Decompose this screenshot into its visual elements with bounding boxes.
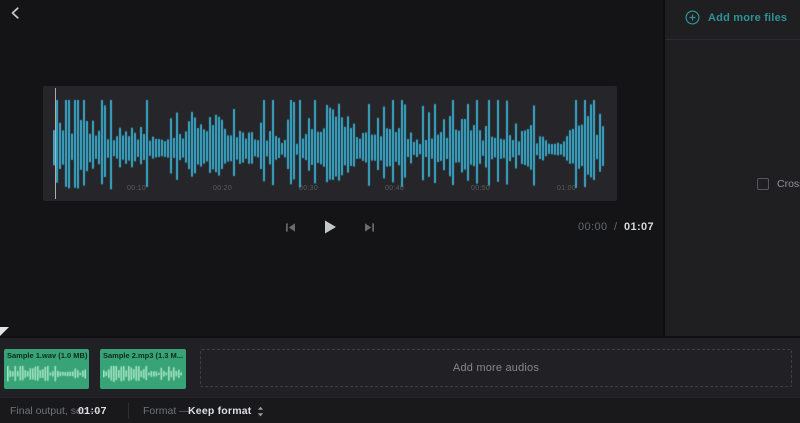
time-display: 00:00 / 01:07: [578, 221, 654, 233]
crossfade-checkbox[interactable]: [757, 178, 769, 190]
skip-to-end-icon: [364, 222, 375, 233]
time-tick: 00:10: [127, 185, 146, 192]
footer-bar: Final output, sec — 01:07 Format — Keep …: [0, 397, 800, 423]
time-separator: /: [614, 221, 617, 233]
format-value: Keep format: [188, 405, 251, 417]
corner-triangle-icon: [0, 327, 9, 336]
add-more-files-button[interactable]: Add more files: [685, 10, 787, 25]
total-time: 01:07: [624, 221, 654, 233]
clip-label: Sample 1.wav (1.0 MB): [4, 349, 89, 360]
audio-clip-sample-2[interactable]: Sample 2.mp3 (1.3 M...: [100, 349, 186, 389]
play-icon: [322, 219, 338, 235]
add-more-files-label: Add more files: [708, 12, 787, 24]
skip-to-end-button[interactable]: [364, 222, 375, 233]
play-button[interactable]: [322, 219, 338, 235]
time-tick: 00:40: [385, 185, 404, 192]
current-time: 00:00: [578, 221, 608, 233]
footer-divider: [128, 403, 129, 419]
clip-waveform: [7, 364, 86, 384]
clip-label: Sample 2.mp3 (1.3 M...: [100, 349, 186, 360]
format-select[interactable]: Keep format: [188, 401, 264, 421]
time-tick: 01:00: [557, 185, 576, 192]
back-button[interactable]: [6, 4, 26, 24]
time-tick: 00:20: [213, 185, 232, 192]
crossfade-option: Crossfade: [757, 178, 800, 190]
skip-to-start-icon: [285, 222, 296, 233]
track-strip: Sample 1.wav (1.0 MB) Sample 2.mp3 (1.3 …: [0, 336, 800, 397]
transport-controls: [43, 213, 617, 241]
sidebar-header: Add more files: [665, 0, 800, 40]
audio-joiner-app: 00:10 00:20 00:30 00:40 00:50 01:00 00:: [0, 0, 800, 423]
add-more-audios-button[interactable]: Add more audios: [200, 349, 792, 387]
waveform-panel[interactable]: 00:10 00:20 00:30 00:40 00:50 01:00: [43, 86, 617, 201]
playhead[interactable]: [55, 88, 56, 199]
sidebar: Add more files Crossfade: [663, 0, 800, 336]
chevron-left-icon: [9, 6, 23, 20]
audio-waveform: [53, 92, 605, 195]
audio-clip-sample-1[interactable]: Sample 1.wav (1.0 MB): [4, 349, 89, 389]
crossfade-label: Crossfade: [777, 178, 800, 190]
skip-to-start-button[interactable]: [285, 222, 296, 233]
up-down-arrows-icon: [257, 406, 264, 417]
clip-waveform: [103, 364, 182, 384]
format-label: Format —: [143, 405, 190, 417]
time-tick: 00:30: [299, 185, 318, 192]
plus-circle-icon: [685, 10, 700, 25]
final-output-value: 01:07: [78, 405, 107, 417]
time-tick: 00:50: [471, 185, 490, 192]
